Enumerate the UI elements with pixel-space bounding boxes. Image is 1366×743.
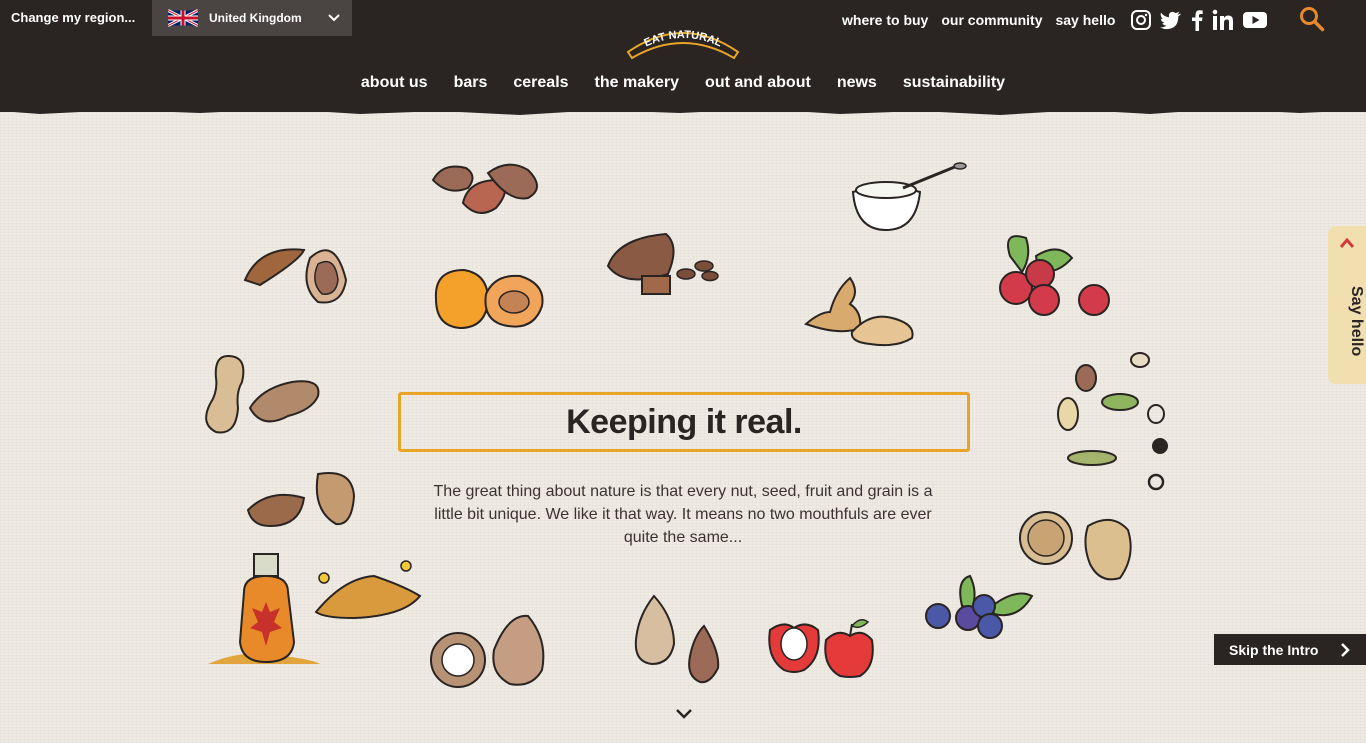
headline-box: Keeping it real. (398, 392, 970, 452)
nav-cereals[interactable]: cereals (513, 74, 568, 92)
hero-intro-text: The great thing about nature is that eve… (433, 483, 933, 546)
our-community-link[interactable]: our community (941, 12, 1042, 28)
search-icon[interactable] (1299, 6, 1325, 32)
region-bar: Change my region... United Kingdom (0, 0, 352, 36)
almonds-illustration (634, 594, 720, 684)
chevron-up-icon (1339, 237, 1355, 248)
nav-out-and-about[interactable]: out and about (705, 74, 811, 92)
nav-the-makery[interactable]: the makery (595, 74, 680, 92)
chevron-down-icon (328, 14, 340, 22)
nav-news[interactable]: news (837, 74, 877, 92)
scroll-down-chevron-icon[interactable] (674, 707, 694, 721)
ginger-illustration (804, 276, 914, 347)
skip-intro-label: Skip the Intro (1229, 641, 1319, 658)
region-select[interactable]: United Kingdom (152, 0, 352, 36)
nav-sustainability[interactable]: sustainability (903, 74, 1005, 92)
yogurt-bowl-illustration (851, 162, 967, 232)
dates-illustration (431, 163, 538, 214)
say-hello-link[interactable]: say hello (1055, 12, 1115, 28)
maple-syrup-honey-illustration (208, 553, 422, 664)
instagram-icon[interactable] (1130, 9, 1152, 31)
cranberries-illustration (999, 235, 1110, 316)
seeds-mix-illustration (1057, 352, 1168, 491)
peanuts-illustration (205, 354, 320, 434)
nav-bars[interactable]: bars (454, 74, 488, 92)
linkedin-icon[interactable] (1212, 9, 1234, 31)
facebook-icon[interactable] (1190, 9, 1204, 31)
change-region-label: Change my region... (0, 0, 152, 36)
nav-about-us[interactable]: about us (361, 74, 428, 92)
walnut-illustration (1019, 511, 1132, 581)
top-links: where to buy our community say hello (842, 12, 1115, 28)
uk-flag-icon (168, 9, 198, 27)
skip-intro-button[interactable]: Skip the Intro (1214, 634, 1366, 665)
cacao-pod-illustration (606, 232, 719, 295)
pecan-illustration (246, 472, 356, 528)
apples-illustration (768, 619, 874, 678)
region-selected-value: United Kingdom (209, 11, 302, 25)
say-hello-tab[interactable]: Say hello (1328, 226, 1366, 384)
main-nav: about us bars cereals the makery out and… (0, 74, 1366, 92)
torn-edge (0, 104, 1366, 115)
twitter-icon[interactable] (1160, 9, 1182, 31)
hero-headline: Keeping it real. (566, 402, 802, 441)
chevron-right-icon (1341, 643, 1350, 657)
eat-natural-logo[interactable]: EAT NATURAL (624, 22, 742, 60)
where-to-buy-link[interactable]: where to buy (842, 12, 928, 28)
social-links (1130, 9, 1268, 31)
brazil-nut-illustration (243, 248, 348, 304)
blueberries-illustration (925, 574, 1034, 639)
apricot-illustration (434, 268, 544, 330)
youtube-icon[interactable] (1242, 9, 1268, 31)
coconut-illustration (430, 614, 545, 688)
say-hello-tab-label: Say hello (1348, 286, 1365, 357)
